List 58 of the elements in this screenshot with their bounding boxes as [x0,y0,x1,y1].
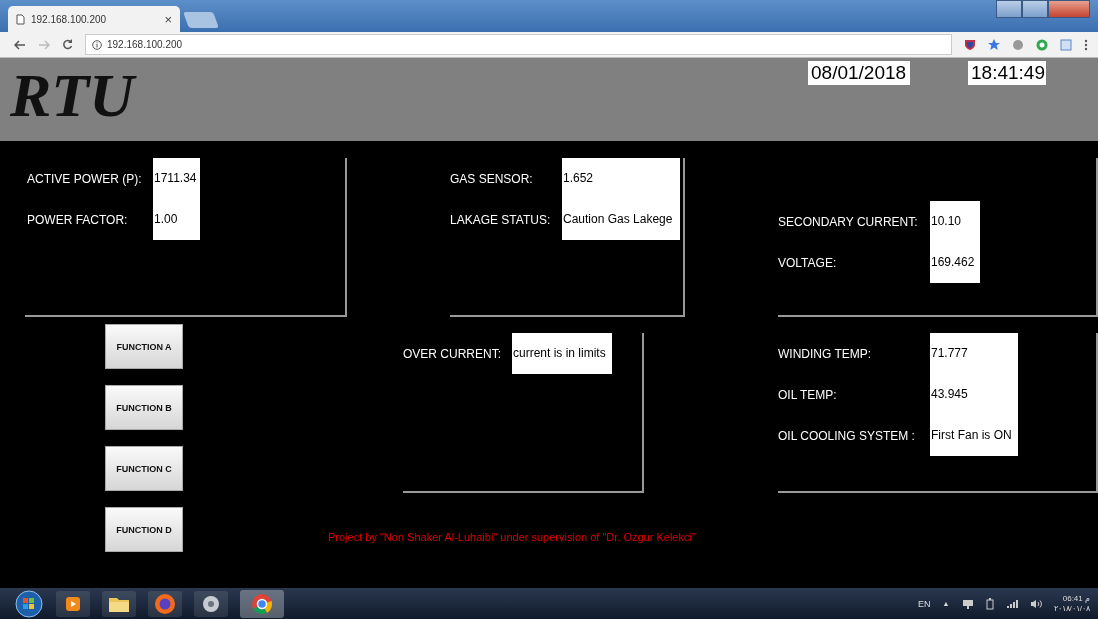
star-icon[interactable] [988,38,1000,51]
value-field: 1711.34 [153,158,200,199]
extension-icon[interactable] [1036,38,1048,51]
field-label: OVER CURRENT: [403,346,502,361]
start-button[interactable] [14,589,44,618]
menu-icon[interactable] [1084,38,1088,51]
function-button[interactable]: FUNCTION A [105,324,183,369]
tab-title: 192.168.100.200 [31,13,108,25]
volume-icon[interactable] [1029,598,1042,609]
field-label: GAS SENSOR: [450,171,534,186]
field-label: WINDING TEMP: [778,346,873,361]
clock-date: ٢٠١٨/٠١/٠٨ [1053,603,1090,614]
info-icon [92,39,102,50]
field-label: POWER FACTOR: [27,212,129,227]
date-display: 08/01/2018 [808,61,910,85]
extension-icon[interactable] [1012,38,1024,51]
taskbar-clock[interactable]: 06:41 م ٢٠١٨/٠١/٠٨ [1053,593,1090,614]
media-player-icon[interactable] [56,590,90,617]
time-display: 18:41:49 [968,61,1046,85]
field-label: SECONDARY CURRENT: [778,214,919,229]
folder-icon[interactable] [102,590,136,617]
field-label: ACTIVE POWER (P): [27,171,143,186]
value-field: Caution Gas Lakege [562,199,680,240]
field-label: OIL TEMP: [778,387,838,402]
new-tab-button[interactable] [183,12,219,28]
value-field: 10.10 [930,201,980,242]
value-field: 1.652 [562,158,680,199]
field-label: LAKAGE STATUS: [450,212,552,227]
language-indicator[interactable]: EN [918,598,931,609]
value-field: 71.777 [930,333,1018,374]
function-button[interactable]: FUNCTION B [105,385,183,430]
signal-icon[interactable] [1005,598,1018,609]
field-label: VOLTAGE: [778,255,838,270]
close-button[interactable] [1048,0,1090,18]
value-field: 1.00 [153,199,200,240]
clock-time: 06:41 م [1062,593,1090,604]
field-label: OIL COOLING SYSTEM : [778,428,916,443]
browser-tab[interactable]: 192.168.100.200 × [8,6,180,32]
function-button[interactable]: FUNCTION D [105,507,183,552]
page-icon [16,13,25,25]
value-field: 43.945 [930,374,1018,415]
credit-text: Project by "Non Shaker Al-Luhaibi" under supervision of "Dr. Ozgur Kelekci" [328,531,697,545]
back-icon[interactable] [14,39,26,50]
chrome-icon[interactable] [240,589,284,618]
firefox-icon[interactable] [148,590,182,617]
function-button[interactable]: FUNCTION C [105,446,183,491]
value-field: current is in limits [512,333,612,374]
maximize-button[interactable] [1022,0,1048,18]
battery-icon[interactable] [985,597,994,610]
network-icon[interactable] [961,598,974,609]
minimize-button[interactable] [996,0,1022,18]
tab-close-button[interactable]: × [164,11,172,27]
shield-icon[interactable] [964,38,976,51]
value-field: First Fan is ON [930,415,1018,456]
value-field: 169.462 [930,242,980,283]
app-icon[interactable] [194,590,228,617]
address-field[interactable]: 192.168.100.200 [85,34,952,55]
reload-icon[interactable] [62,39,73,50]
